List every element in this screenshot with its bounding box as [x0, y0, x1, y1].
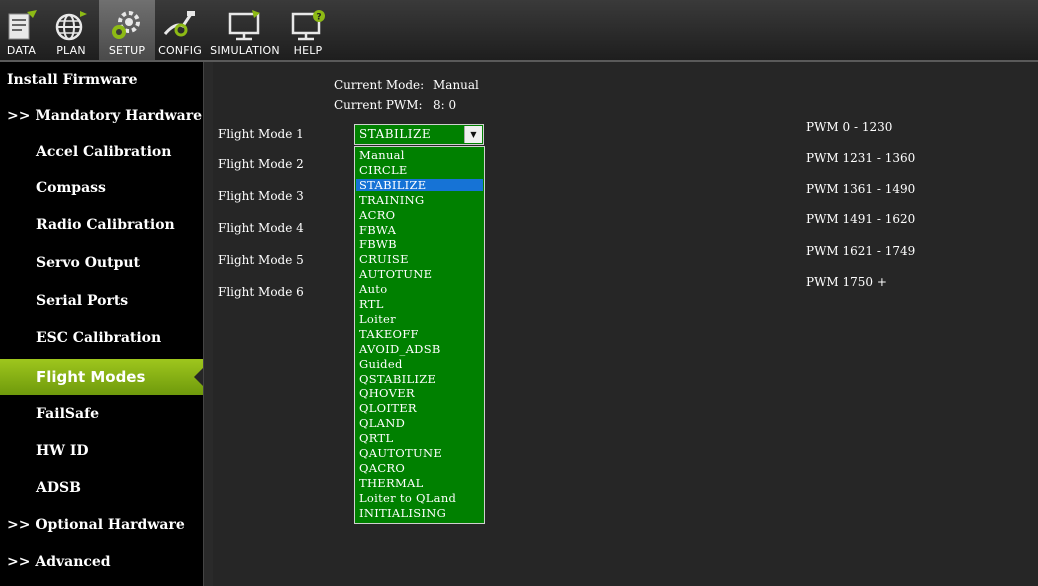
flight-mode-6-label: Flight Mode 6 — [218, 285, 304, 299]
current-mode-label: Current Mode: — [334, 78, 425, 92]
dropdown-option-qstabilize[interactable]: QSTABILIZE — [356, 373, 483, 385]
simulation-icon — [228, 10, 260, 41]
sidebar-item-radio-calibration[interactable]: Radio Calibration — [0, 207, 203, 243]
toolbar-simulation-button[interactable]: SIMULATION — [205, 0, 285, 60]
pwm-range-5: PWM 1621 - 1749 — [806, 244, 916, 258]
sidebar-item-serial-ports[interactable]: Serial Ports — [0, 283, 203, 319]
sidebar-item-label: >> Mandatory Hardware — [7, 108, 203, 124]
setup-icon — [112, 11, 140, 39]
sidebar-item-install-firmware[interactable]: Install Firmware — [0, 62, 203, 98]
sidebar-item-optional-hardware[interactable]: >> Optional Hardware — [0, 507, 203, 543]
dropdown-option-qrtl[interactable]: QRTL — [356, 432, 483, 444]
toolbar-config-button[interactable]: CONFIG — [155, 0, 205, 60]
pwm-range-2: PWM 1231 - 1360 — [806, 151, 916, 165]
flight-mode-2-label: Flight Mode 2 — [218, 157, 304, 171]
dropdown-option-qacro[interactable]: QACRO — [356, 462, 483, 474]
dropdown-option-acro[interactable]: ACRO — [356, 209, 483, 221]
setup-sidebar: Install Firmware >> Mandatory Hardware A… — [0, 62, 204, 586]
toolbar-help-button[interactable]: ? HELP — [285, 0, 331, 60]
sidebar-item-label: >> Advanced — [7, 554, 111, 570]
sidebar-item-adsb[interactable]: ADSB — [0, 470, 203, 506]
sidebar-item-esc-calibration[interactable]: ESC Calibration — [0, 320, 203, 356]
dropdown-option-auto[interactable]: Auto — [356, 283, 483, 295]
sidebar-item-label: Radio Calibration — [36, 217, 175, 233]
dropdown-option-takeoff[interactable]: TAKEOFF — [356, 328, 483, 340]
flight-mode-1-label: Flight Mode 1 — [218, 127, 304, 141]
dropdown-option-stabilize[interactable]: STABILIZE — [356, 178, 483, 191]
sidebar-item-mandatory-hardware[interactable]: >> Mandatory Hardware — [0, 98, 203, 134]
sidebar-item-label: Flight Modes — [36, 368, 146, 386]
sidebar-item-label: HW ID — [36, 443, 89, 459]
toolbar-plan-button[interactable]: PLAN — [43, 0, 99, 60]
sidebar-item-label: >> Optional Hardware — [7, 517, 185, 533]
config-icon — [163, 11, 195, 37]
sidebar-item-hw-id[interactable]: HW ID — [0, 433, 203, 469]
toolbar-data-label: DATA — [6, 44, 37, 57]
toolbar-simulation-label: SIMULATION — [210, 44, 280, 57]
current-pwm-value: 8: 0 — [433, 98, 457, 112]
help-icon: ? — [291, 10, 325, 41]
flight-mode-4-label: Flight Mode 4 — [218, 221, 304, 235]
flight-mode-3-label: Flight Mode 3 — [218, 189, 304, 203]
flight-mode-1-select[interactable]: STABILIZE ▼ — [354, 124, 484, 145]
sidebar-item-label: Accel Calibration — [36, 144, 172, 160]
dropdown-option-training[interactable]: TRAINING — [356, 194, 483, 206]
sidebar-item-compass[interactable]: Compass — [0, 170, 203, 206]
flight-mode-5-label: Flight Mode 5 — [218, 253, 304, 267]
sidebar-item-flight-modes[interactable]: Flight Modes — [0, 359, 204, 395]
toolbar-data-button[interactable]: DATA — [0, 0, 43, 60]
dropdown-option-fbwb[interactable]: FBWB — [356, 238, 483, 250]
current-mode-value: Manual — [433, 78, 479, 92]
sidebar-item-label: Compass — [36, 180, 106, 196]
dropdown-option-qhover[interactable]: QHOVER — [356, 387, 483, 399]
dropdown-option-guided[interactable]: Guided — [356, 358, 483, 370]
sidebar-item-failsafe[interactable]: FailSafe — [0, 396, 203, 432]
toolbar-config-label: CONFIG — [158, 44, 202, 57]
flight-mode-dropdown-list: Manual CIRCLE STABILIZE TRAINING ACRO FBWA FBW… — [354, 146, 485, 524]
sidebar-item-label: FailSafe — [36, 406, 99, 422]
data-icon — [8, 10, 37, 40]
plan-icon — [55, 11, 87, 41]
sidebar-item-label: Serial Ports — [36, 293, 129, 309]
sidebar-item-label: ADSB — [36, 480, 81, 496]
toolbar-setup-label: SETUP — [108, 44, 146, 57]
dropdown-option-circle[interactable]: CIRCLE — [356, 164, 483, 176]
dropdown-option-qautotune[interactable]: QAUTOTUNE — [356, 447, 483, 459]
dropdown-option-autotune[interactable]: AUTOTUNE — [356, 268, 483, 280]
sidebar-item-label: Install Firmware — [7, 72, 138, 88]
dropdown-option-manual[interactable]: Manual — [356, 149, 483, 161]
chevron-down-icon[interactable]: ▼ — [464, 126, 482, 143]
toolbar-setup-button[interactable]: SETUP — [99, 0, 155, 60]
toolbar-plan-label: PLAN — [56, 44, 86, 57]
svg-text:?: ? — [316, 13, 321, 23]
dropdown-option-loiter-to-qland[interactable]: Loiter to QLand — [356, 492, 483, 504]
dropdown-option-avoid-adsb[interactable]: AVOID_ADSB — [356, 343, 483, 355]
dropdown-option-fbwa[interactable]: FBWA — [356, 224, 483, 236]
sidebar-item-label: Servo Output — [36, 255, 141, 271]
pwm-range-6: PWM 1750 + — [806, 275, 887, 289]
dropdown-option-qland[interactable]: QLAND — [356, 417, 483, 429]
sidebar-item-accel-calibration[interactable]: Accel Calibration — [0, 134, 203, 170]
sidebar-item-label: ESC Calibration — [36, 330, 162, 346]
pwm-range-3: PWM 1361 - 1490 — [806, 182, 916, 196]
sidebar-scrollbar[interactable] — [203, 62, 213, 586]
sidebar-item-servo-output[interactable]: Servo Output — [0, 245, 203, 281]
dropdown-option-thermal[interactable]: THERMAL — [356, 477, 483, 489]
pwm-range-4: PWM 1491 - 1620 — [806, 212, 916, 226]
pwm-range-1: PWM 0 - 1230 — [806, 120, 893, 134]
dropdown-option-rtl[interactable]: RTL — [356, 298, 483, 310]
current-pwm-label: Current PWM: — [334, 98, 423, 112]
dropdown-option-loiter[interactable]: Loiter — [356, 313, 483, 325]
dropdown-option-qloiter[interactable]: QLOITER — [356, 402, 483, 414]
main-toolbar: DATA PLAN SETUP CONFIG SIMULATION ? HELP — [0, 0, 1038, 62]
flight-mode-1-selected-value: STABILIZE — [359, 127, 432, 141]
dropdown-option-initialising[interactable]: INITIALISING — [356, 507, 483, 519]
toolbar-help-label: HELP — [293, 44, 323, 57]
dropdown-option-cruise[interactable]: CRUISE — [356, 253, 483, 265]
sidebar-item-advanced[interactable]: >> Advanced — [0, 544, 203, 580]
